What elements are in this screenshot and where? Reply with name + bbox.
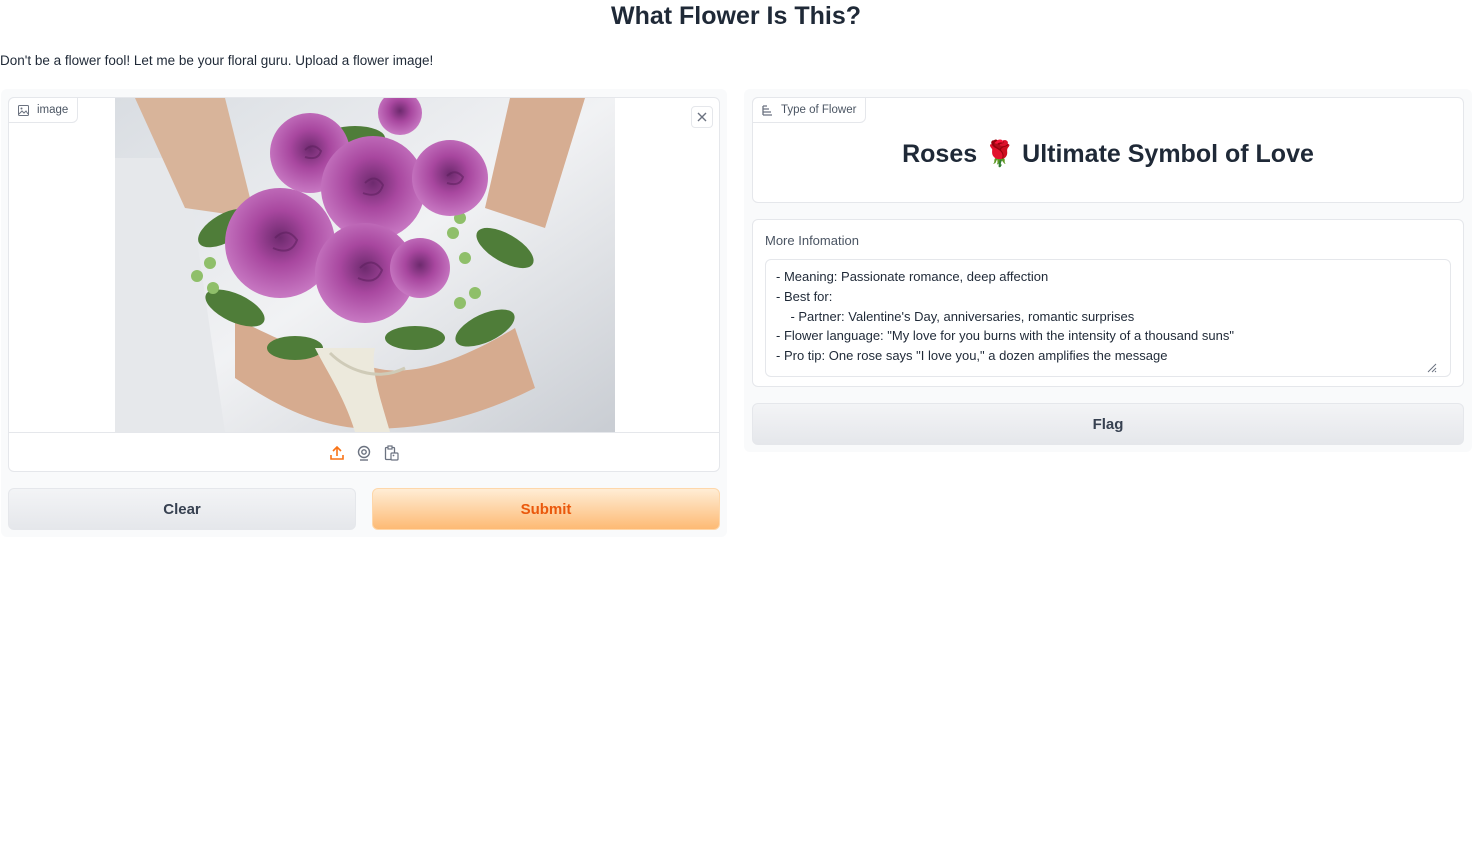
webcam-icon[interactable]	[355, 444, 373, 462]
close-icon[interactable]	[691, 106, 713, 128]
resize-handle-icon[interactable]	[1425, 360, 1437, 373]
more-info-output: More Infomation - Meaning: Passionate ro…	[752, 219, 1464, 387]
page-title: What Flower Is This?	[610, 2, 861, 30]
image-label: image	[8, 97, 79, 123]
uploaded-flower-image	[115, 98, 615, 432]
output-panel: Type of Flower Roses 🌹 Ultimate Symbol o…	[744, 89, 1472, 452]
label-icon	[762, 104, 773, 116]
clipboard-icon[interactable]	[382, 444, 400, 462]
clear-button[interactable]: Clear	[8, 488, 356, 530]
image-label-text: image	[37, 104, 69, 116]
image-icon	[18, 104, 29, 116]
flower-type-label: Type of Flower	[752, 97, 867, 123]
image-source-toolbar	[9, 432, 719, 472]
input-panel: image Clear Submit	[1, 89, 727, 537]
flower-type-output: Type of Flower Roses 🌹 Ultimate Symbol o…	[752, 97, 1464, 203]
upload-icon[interactable]	[328, 444, 346, 462]
flag-button[interactable]: Flag	[752, 403, 1464, 445]
submit-button[interactable]: Submit	[372, 488, 720, 530]
more-info-textarea[interactable]: - Meaning: Passionate romance, deep affe…	[765, 259, 1451, 377]
image-input[interactable]: image	[8, 97, 720, 472]
flower-type-label-text: Type of Flower	[781, 104, 857, 116]
page-description: Don't be a flower fool! Let me be your f…	[0, 53, 434, 68]
flower-type-value: Roses 🌹 Ultimate Symbol of Love	[902, 140, 1314, 168]
more-info-label: More Infomation	[765, 233, 859, 248]
